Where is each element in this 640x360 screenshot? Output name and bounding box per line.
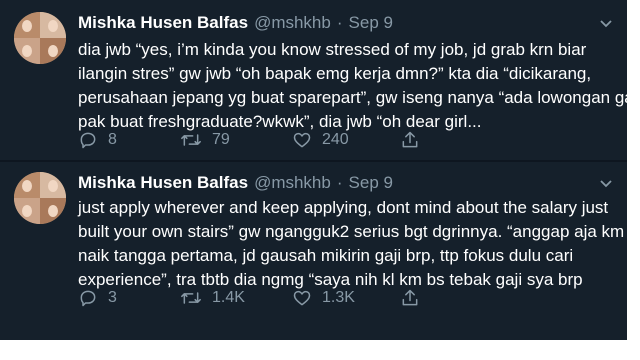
share-button[interactable]	[400, 128, 420, 152]
tweet-header: Mishka Husen Balfas @mshkhb · Sep 9	[78, 170, 393, 196]
tweet-text: just apply wherever and keep applying, d…	[78, 196, 625, 292]
avatar[interactable]	[14, 172, 66, 224]
tweet-text-line: built your own stairs” gw ngangguk2 seri…	[78, 222, 625, 241]
like-count: 240	[322, 131, 349, 148]
tweet-actions: 3 1.4K 1.3K	[78, 286, 418, 310]
tweet-text-line: just apply wherever and keep applying, d…	[78, 198, 609, 217]
divider	[0, 160, 627, 162]
author-handle[interactable]: @mshkhb	[254, 13, 331, 33]
author-name[interactable]: Mishka Husen Balfas	[78, 13, 248, 33]
separator: ·	[336, 173, 343, 192]
like-count: 1.3K	[322, 289, 355, 306]
chevron-down-icon[interactable]	[599, 16, 613, 30]
tweet-text-line: naik tangga pertama, jd gausah mikirin g…	[78, 246, 574, 265]
separator: ·	[336, 13, 343, 32]
author-name[interactable]: Mishka Husen Balfas	[78, 173, 248, 193]
retweet-icon	[180, 130, 202, 150]
tweet-text: dia jwb “yes, i’m kinda you know stresse…	[78, 38, 634, 134]
author-handle[interactable]: @mshkhb	[254, 173, 331, 193]
tweet[interactable]: Mishka Husen Balfas @mshkhb · Sep 9 dia …	[0, 0, 634, 160]
reply-count: 8	[108, 131, 117, 148]
heart-icon	[292, 288, 312, 308]
chevron-down-icon[interactable]	[599, 176, 613, 190]
screenshot-border	[0, 340, 640, 360]
tweet-text-line: perusahaan jepang yg buat sparepart”, gw…	[78, 88, 634, 107]
retweet-button[interactable]: 79	[180, 128, 230, 152]
share-icon	[400, 288, 420, 308]
reply-button[interactable]: 8	[78, 128, 117, 152]
share-icon	[400, 130, 420, 150]
avatar[interactable]	[14, 12, 66, 64]
reply-button[interactable]: 3	[78, 286, 117, 310]
heart-icon	[292, 130, 312, 150]
tweet-date[interactable]: Sep 9	[349, 13, 393, 33]
reply-icon	[78, 130, 98, 150]
tweet-header: Mishka Husen Balfas @mshkhb · Sep 9	[78, 10, 393, 36]
like-button[interactable]: 240	[292, 128, 349, 152]
tweet-actions: 8 79 240	[78, 128, 418, 152]
screenshot-border	[627, 0, 640, 360]
retweet-count: 1.4K	[212, 289, 245, 306]
retweet-icon	[180, 288, 202, 308]
like-button[interactable]: 1.3K	[292, 286, 355, 310]
tweet-date[interactable]: Sep 9	[349, 173, 393, 193]
timeline: Mishka Husen Balfas @mshkhb · Sep 9 dia …	[0, 0, 634, 340]
reply-count: 3	[108, 289, 117, 306]
tweet-text-line: dia jwb “yes, i’m kinda you know stresse…	[78, 40, 587, 59]
retweet-count: 79	[212, 131, 230, 148]
tweet-text-line: ilangin stres” gw jwb “oh bapak emg kerj…	[78, 64, 592, 83]
reply-icon	[78, 288, 98, 308]
retweet-button[interactable]: 1.4K	[180, 286, 245, 310]
share-button[interactable]	[400, 286, 420, 310]
